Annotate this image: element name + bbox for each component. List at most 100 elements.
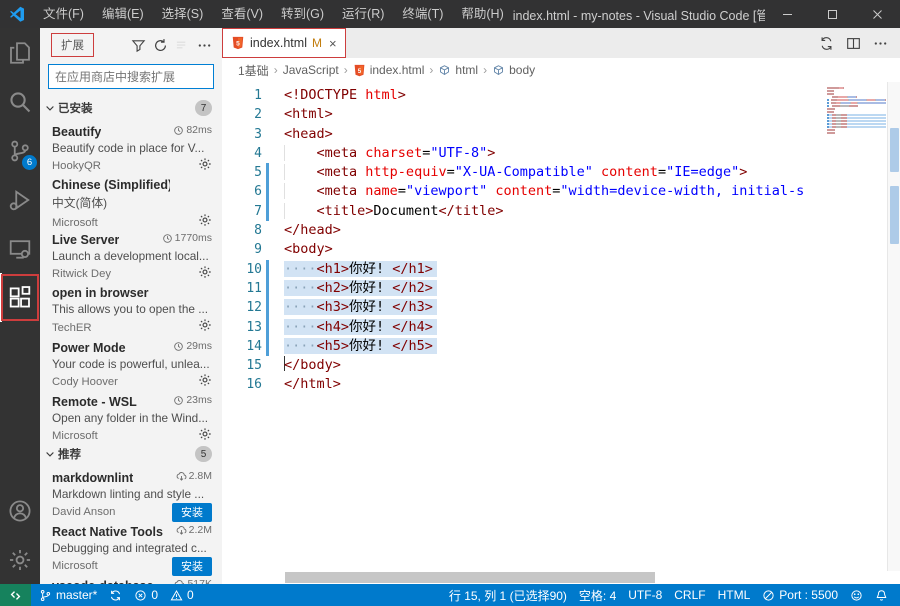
status-text: Port : 5500 (779, 588, 838, 602)
close-button[interactable] (855, 0, 900, 28)
open-changes-icon[interactable] (819, 36, 834, 51)
activitybar-account[interactable] (0, 486, 40, 535)
extension-author: Microsoft (52, 560, 98, 572)
minimap-segment (838, 96, 846, 98)
code-token: <meta (317, 183, 366, 199)
refresh-icon[interactable] (153, 38, 168, 53)
close-icon[interactable]: × (329, 36, 337, 51)
code-text[interactable]: </html> (276, 375, 341, 394)
status-item[interactable]: 空格: 4 (573, 584, 622, 606)
code-line: 8</head> (222, 221, 900, 240)
tab-index-html[interactable]: 5 index.html M × (222, 28, 346, 58)
activitybar-settings-gear[interactable] (0, 535, 40, 584)
code-text[interactable]: <head> (276, 125, 333, 144)
section-header[interactable]: 推荐5 (40, 443, 222, 465)
activitybar-run-debug[interactable] (0, 175, 40, 224)
code-text[interactable]: ····<h3>你好! </h3> (276, 298, 437, 317)
code-text[interactable]: <title>Document</title> (276, 202, 503, 221)
status-remote[interactable] (0, 584, 31, 606)
extension-item[interactable]: Remote - WSL23msOpen any folder in the W… (40, 389, 222, 443)
code-text[interactable]: <meta charset="UTF-8"> (276, 144, 495, 163)
menubar-item[interactable]: 选择(S) (153, 0, 213, 28)
extension-item[interactable]: open in browserThis allows you to open t… (40, 281, 222, 335)
window-title: index.html - my-notes - Visual Studio Co… (513, 5, 765, 24)
minimap-segment (841, 123, 847, 125)
code-text[interactable]: <html> (276, 105, 333, 124)
more-icon[interactable] (873, 36, 888, 51)
clear-icon[interactable] (175, 38, 190, 53)
minimap-segment (848, 96, 856, 98)
section-header[interactable]: 已安装7 (40, 97, 222, 119)
code-token: </h1> (392, 261, 433, 277)
code-text[interactable]: <!DOCTYPE html> (276, 86, 406, 105)
activitybar-extensions[interactable] (0, 273, 40, 322)
gear-icon[interactable] (198, 427, 212, 446)
extension-search-box[interactable] (48, 64, 214, 89)
code-text[interactable]: ····<h1>你好! </h1> (276, 260, 437, 279)
status-item[interactable]: HTML (712, 584, 757, 606)
overview-ruler[interactable] (887, 82, 900, 571)
minimize-button[interactable] (765, 0, 810, 28)
status-item[interactable]: 行 15, 列 1 (已选择90) (443, 584, 573, 606)
menubar-item[interactable]: 文件(F) (34, 0, 93, 28)
status-error[interactable]: 0 (128, 584, 164, 606)
code-text[interactable]: ····<h5>你好! </h5> (276, 337, 437, 356)
extension-item[interactable]: Chinese (Simplified) Lan...中文(简体)Microso… (40, 173, 222, 227)
line-number: 3 (222, 125, 262, 144)
section-count-badge: 7 (195, 100, 212, 116)
activitybar-explorer[interactable] (0, 28, 40, 77)
status-text: HTML (718, 588, 751, 602)
minimap[interactable] (824, 87, 886, 135)
maximize-button[interactable] (810, 0, 855, 28)
menubar-item[interactable]: 帮助(H) (452, 0, 512, 28)
extension-item[interactable]: markdownlint2.8MMarkdown linting and sty… (40, 465, 222, 519)
code-token: ···· (284, 338, 317, 354)
filter-icon[interactable] (131, 38, 146, 53)
status-feedback[interactable] (844, 584, 869, 606)
gutter (262, 240, 276, 259)
activitybar-source-control[interactable]: 6 (0, 126, 40, 175)
extension-meta: 517K (174, 578, 212, 584)
extension-item[interactable]: vscode-database517K (40, 573, 222, 584)
code-lines: 1<!DOCTYPE html>2<html>3<head>4 <meta ch… (222, 86, 900, 395)
menubar-item[interactable]: 编辑(E) (93, 0, 153, 28)
extension-item[interactable]: Live Server1770msLaunch a development lo… (40, 227, 222, 281)
code-token: </head> (284, 222, 341, 238)
status-item[interactable]: CRLF (668, 584, 711, 606)
status-bell[interactable] (869, 584, 894, 606)
code-text[interactable]: <body> (276, 240, 333, 259)
extension-title-row: Chinese (Simplified) Lan... (52, 178, 212, 192)
status-branch[interactable]: master* (33, 584, 103, 606)
menubar-item[interactable]: 运行(R) (333, 0, 393, 28)
extension-item[interactable]: Beautify82msBeautify code in place for V… (40, 119, 222, 173)
status-warning[interactable]: 0 (164, 584, 200, 606)
code-text[interactable]: ····<h4>你好! </h4> (276, 318, 437, 337)
activitybar-remote-explorer[interactable] (0, 224, 40, 273)
split-editor-icon[interactable] (846, 36, 861, 51)
code-text[interactable]: ····<h2>你好! </h2> (276, 279, 437, 298)
menubar-item[interactable]: 转到(G) (272, 0, 333, 28)
breadcrumb-item[interactable]: 1基础 (238, 62, 269, 79)
extension-item[interactable]: Power Mode29msYour code is powerful, unl… (40, 335, 222, 389)
code-text[interactable]: </head> (276, 221, 341, 240)
code-text[interactable]: </body> (276, 356, 341, 375)
extension-item[interactable]: React Native Tools2.2MDebugging and inte… (40, 519, 222, 573)
more-icon[interactable] (197, 38, 212, 53)
code-token: ···· (284, 319, 317, 335)
menubar-item[interactable]: 查看(V) (212, 0, 272, 28)
extension-search-input[interactable] (55, 70, 207, 84)
breadcrumb-item[interactable]: JavaScript (283, 63, 339, 77)
code-editor[interactable]: 1<!DOCTYPE html>2<html>3<head>4 <meta ch… (222, 82, 900, 584)
status-item[interactable]: UTF-8 (622, 584, 668, 606)
menubar-item[interactable]: 终端(T) (393, 0, 452, 28)
breadcrumb-item[interactable]: 5index.html (353, 63, 425, 77)
breadcrumb-item[interactable]: body (492, 63, 535, 77)
code-token: 你好! (349, 319, 392, 335)
activitybar-search[interactable] (0, 77, 40, 126)
status-sync[interactable] (103, 584, 128, 606)
horizontal-scrollbar[interactable] (285, 572, 655, 583)
status-circle-slash[interactable]: Port : 5500 (756, 584, 844, 606)
code-text[interactable]: <meta name="viewport" content="width=dev… (276, 182, 804, 201)
code-text[interactable]: <meta http-equiv="X-UA-Compatible" conte… (276, 163, 747, 182)
breadcrumb-item[interactable]: html (438, 63, 478, 77)
